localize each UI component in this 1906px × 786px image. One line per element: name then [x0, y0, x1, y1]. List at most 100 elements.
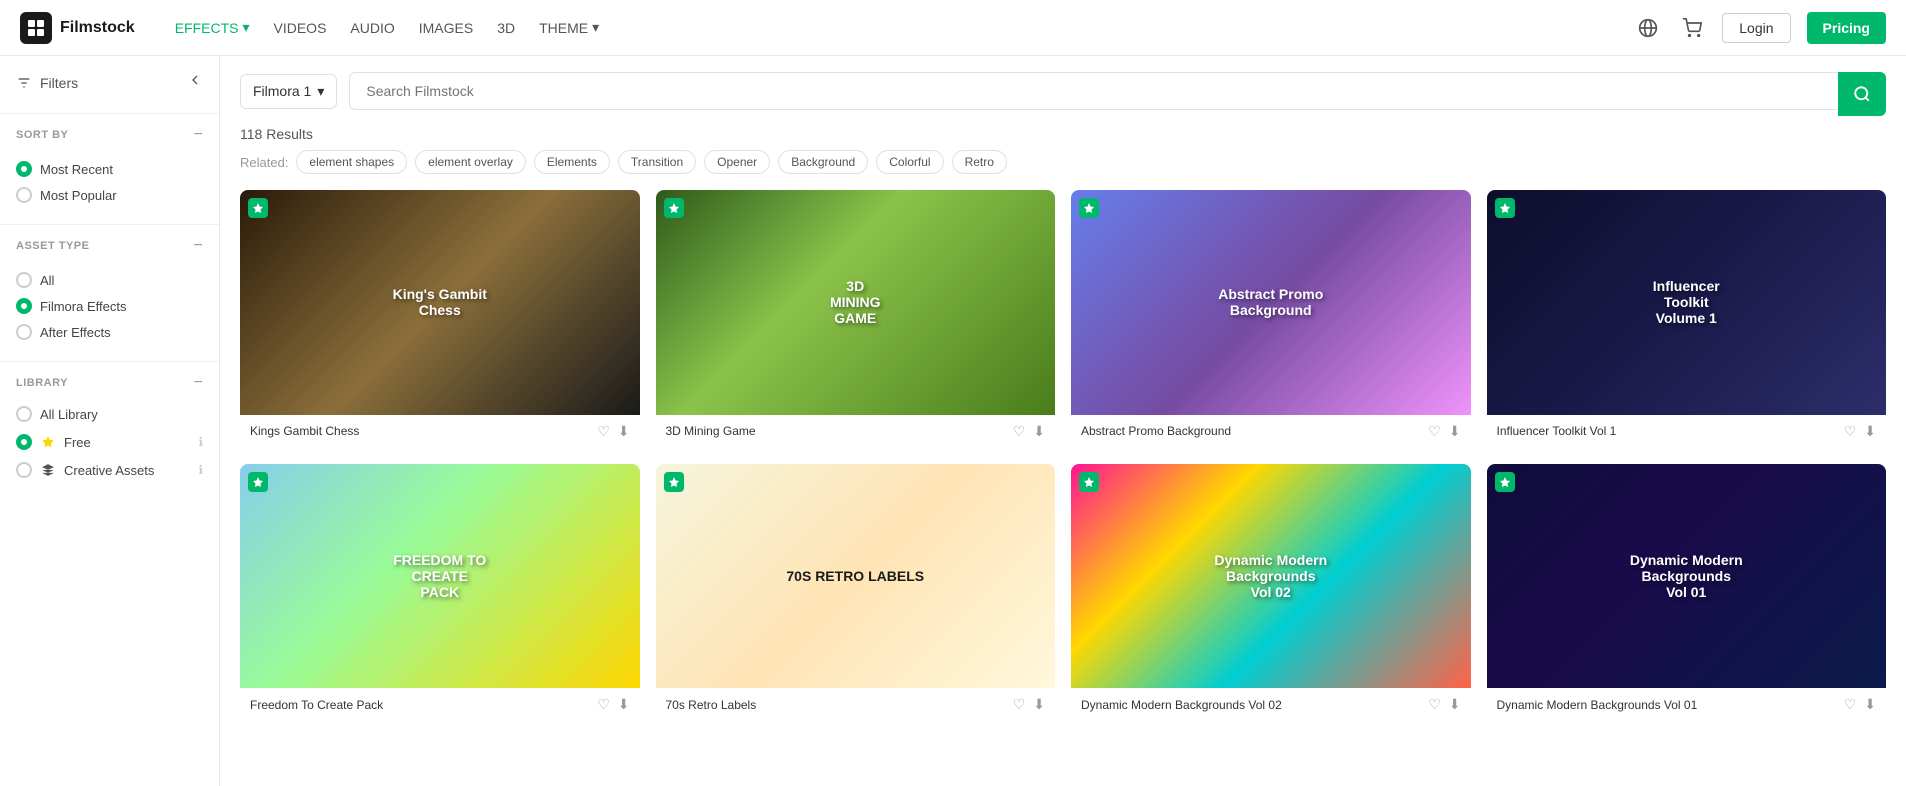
- nav-images[interactable]: IMAGES: [419, 20, 473, 36]
- download-button[interactable]: ⬇: [1864, 423, 1876, 440]
- asset-card-influencer-toolkit[interactable]: InfluencerToolkitVolume 1 Influencer Too…: [1487, 190, 1887, 448]
- sort-by-section-header: SORT BY −: [0, 118, 219, 152]
- asset-thumb-retro: 70S RETRO LABELS: [656, 464, 1056, 689]
- sort-by-collapse[interactable]: −: [194, 126, 203, 144]
- asset-type-after-effects[interactable]: After Effects: [16, 319, 203, 345]
- asset-thumb-abstract-promo: Abstract PromoBackground: [1071, 190, 1471, 415]
- download-button[interactable]: ⬇: [1033, 696, 1045, 713]
- sort-most-recent[interactable]: Most Recent: [16, 156, 203, 182]
- library-collapse[interactable]: −: [194, 374, 203, 392]
- asset-type-collapse[interactable]: −: [194, 237, 203, 255]
- nav-videos[interactable]: VIDEOS: [274, 20, 327, 36]
- filters-text: Filters: [40, 75, 78, 91]
- thumb-label-influencer: InfluencerToolkitVolume 1: [1645, 270, 1728, 334]
- tag-element-shapes[interactable]: element shapes: [296, 150, 407, 174]
- globe-icon[interactable]: [1634, 14, 1662, 42]
- tag-background[interactable]: Background: [778, 150, 868, 174]
- download-button[interactable]: ⬇: [1864, 696, 1876, 713]
- download-button[interactable]: ⬇: [618, 423, 630, 440]
- filmstock-badge: [1079, 198, 1099, 218]
- asset-actions: ♡ ⬇: [1844, 423, 1876, 440]
- filter-icon: [16, 75, 32, 91]
- nav-3d[interactable]: 3D: [497, 20, 515, 36]
- asset-type-all-radio: [16, 272, 32, 288]
- search-input[interactable]: [349, 72, 1886, 110]
- asset-type-after-effects-radio: [16, 324, 32, 340]
- login-button[interactable]: Login: [1722, 13, 1790, 43]
- like-button[interactable]: ♡: [1428, 696, 1441, 713]
- library-all[interactable]: All Library: [0, 400, 219, 428]
- tag-colorful[interactable]: Colorful: [876, 150, 943, 174]
- asset-card-abstract-promo[interactable]: Abstract PromoBackground Abstract Promo …: [1071, 190, 1471, 448]
- sidebar-collapse-button[interactable]: [187, 72, 203, 93]
- asset-thumb-dynamic-vol1: Dynamic ModernBackgroundsVol 01: [1487, 464, 1887, 689]
- like-button[interactable]: ♡: [1844, 423, 1857, 440]
- like-button[interactable]: ♡: [1844, 696, 1857, 713]
- asset-actions: ♡ ⬇: [1844, 696, 1876, 713]
- thumb-label-retro: 70S RETRO LABELS: [778, 560, 932, 592]
- like-button[interactable]: ♡: [1013, 423, 1026, 440]
- asset-type-all-label: All: [40, 273, 54, 288]
- asset-card-dynamic-vol2[interactable]: Dynamic ModernBackgroundsVol 02 Dynamic …: [1071, 464, 1471, 722]
- library-creative-label: Creative Assets: [64, 463, 154, 478]
- creative-info-icon[interactable]: ℹ: [198, 463, 203, 477]
- asset-card-dynamic-vol1[interactable]: Dynamic ModernBackgroundsVol 01 Dynamic …: [1487, 464, 1887, 722]
- nav-effects[interactable]: EFFECTS ▾: [175, 19, 250, 36]
- asset-actions: ♡ ⬇: [1428, 696, 1460, 713]
- nav-theme[interactable]: THEME ▾: [539, 19, 599, 36]
- asset-thumb-influencer: InfluencerToolkitVolume 1: [1487, 190, 1887, 415]
- tag-element-overlay[interactable]: element overlay: [415, 150, 526, 174]
- download-button[interactable]: ⬇: [1033, 423, 1045, 440]
- tag-opener[interactable]: Opener: [704, 150, 770, 174]
- free-info-icon[interactable]: ℹ: [198, 435, 203, 449]
- like-button[interactable]: ♡: [597, 423, 610, 440]
- chevron-down-icon: ▾: [242, 19, 249, 36]
- filmstock-badge: [248, 198, 268, 218]
- asset-type-section-header: ASSET TYPE −: [0, 229, 219, 263]
- related-label: Related:: [240, 155, 288, 170]
- download-button[interactable]: ⬇: [618, 696, 630, 713]
- asset-card-kings-gambit[interactable]: King's GambitChess Kings Gambit Chess ♡ …: [240, 190, 640, 448]
- asset-type-options: All Filmora Effects After Effects: [0, 263, 219, 357]
- filmstock-badge: [664, 198, 684, 218]
- tag-retro[interactable]: Retro: [952, 150, 1007, 174]
- download-button[interactable]: ⬇: [1449, 423, 1461, 440]
- search-button[interactable]: [1838, 72, 1886, 116]
- chevron-down-icon: ▾: [592, 19, 599, 36]
- search-bar-row: Filmora 1 ▾: [240, 72, 1886, 110]
- asset-card-freedom[interactable]: FREEDOM TOCREATEPACK Freedom To Create P…: [240, 464, 640, 722]
- like-button[interactable]: ♡: [1013, 696, 1026, 713]
- thumb-label-dynamic-vol1: Dynamic ModernBackgroundsVol 01: [1622, 544, 1751, 608]
- sort-most-recent-radio: [16, 161, 32, 177]
- search-input-wrap: [349, 72, 1886, 110]
- library-title: LIBRARY: [16, 377, 68, 389]
- logo[interactable]: Filmstock: [20, 12, 135, 44]
- asset-name: Abstract Promo Background: [1081, 424, 1428, 438]
- sidebar-header: Filters: [0, 72, 219, 109]
- filmora-selector[interactable]: Filmora 1 ▾: [240, 74, 337, 109]
- tag-transition[interactable]: Transition: [618, 150, 696, 174]
- asset-name: Kings Gambit Chess: [250, 424, 597, 438]
- download-button[interactable]: ⬇: [1449, 696, 1461, 713]
- asset-card-mining-game[interactable]: 3DMININGGAME 3D Mining Game ♡ ⬇: [656, 190, 1056, 448]
- asset-actions: ♡ ⬇: [1428, 423, 1460, 440]
- asset-footer: Kings Gambit Chess ♡ ⬇: [240, 415, 640, 448]
- tag-elements[interactable]: Elements: [534, 150, 610, 174]
- main-layout: Filters SORT BY − Most Recent Most Popul…: [0, 56, 1906, 786]
- library-free[interactable]: Free ℹ: [0, 428, 219, 456]
- like-button[interactable]: ♡: [597, 696, 610, 713]
- like-button[interactable]: ♡: [1428, 423, 1441, 440]
- sort-most-popular-radio: [16, 187, 32, 203]
- asset-type-all[interactable]: All: [16, 267, 203, 293]
- asset-type-filmora[interactable]: Filmora Effects: [16, 293, 203, 319]
- nav-audio[interactable]: AUDIO: [350, 20, 394, 36]
- sort-most-popular[interactable]: Most Popular: [16, 182, 203, 208]
- free-badge-icon: [40, 434, 56, 450]
- sort-most-recent-label: Most Recent: [40, 162, 113, 177]
- library-creative-assets[interactable]: Creative Assets ℹ: [0, 456, 219, 484]
- cart-icon[interactable]: [1678, 14, 1706, 42]
- asset-thumb-mining-game: 3DMININGGAME: [656, 190, 1056, 415]
- asset-card-retro-labels[interactable]: 70S RETRO LABELS 70s Retro Labels ♡ ⬇: [656, 464, 1056, 722]
- sidebar: Filters SORT BY − Most Recent Most Popul…: [0, 56, 220, 786]
- pricing-button[interactable]: Pricing: [1807, 12, 1886, 44]
